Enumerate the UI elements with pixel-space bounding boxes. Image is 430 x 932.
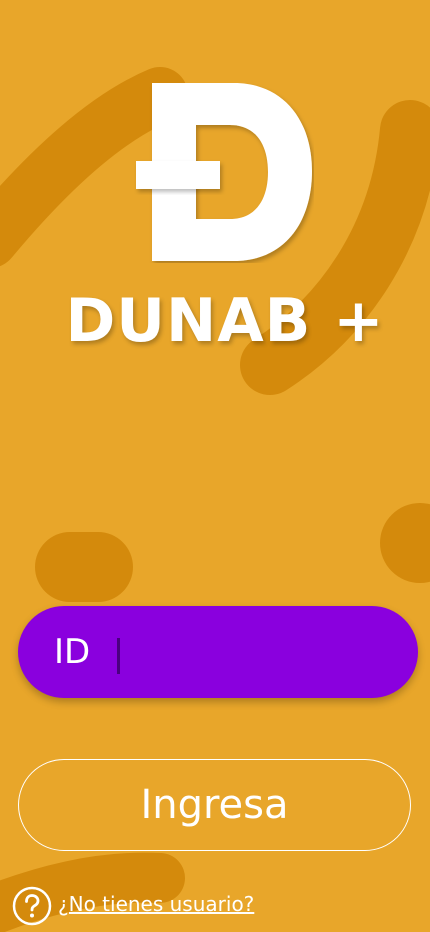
id-input-field[interactable]: ID — [18, 606, 418, 698]
login-button[interactable]: Ingresa — [18, 759, 411, 851]
id-label: ID — [54, 632, 91, 672]
dunab-logo-icon — [136, 83, 312, 261]
question-circle-icon[interactable] — [12, 886, 52, 926]
text-cursor — [117, 638, 120, 674]
brand-title: DUNAB + — [65, 286, 385, 356]
id-input[interactable] — [102, 622, 373, 682]
signup-link[interactable]: ¿No tienes usuario? — [58, 892, 254, 916]
